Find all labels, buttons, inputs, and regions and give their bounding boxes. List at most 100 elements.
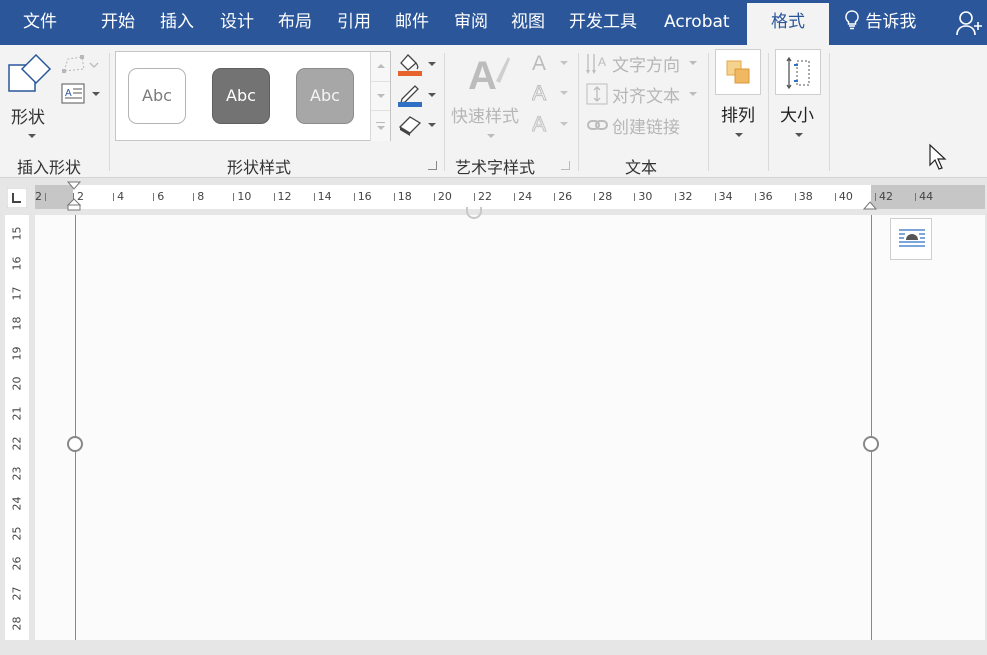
ruler-number: 23 (10, 466, 24, 481)
shape-dropdown-caret[interactable] (28, 134, 36, 138)
gallery-more-button[interactable] (370, 110, 390, 141)
shape-style-preset-white[interactable]: Abc (128, 68, 186, 124)
horizontal-ruler[interactable]: 2 2 4 6 8 10 12 14 16 18 20 22 24 26 28 30 32 34 36 38 40 42 4… (35, 181, 985, 211)
ruler-number: 21 (10, 406, 24, 421)
document-page[interactable] (35, 207, 985, 640)
shape-styles-gallery: Abc Abc Abc (115, 51, 391, 141)
text-box-left-border (75, 215, 76, 640)
ruler-number: 10 (237, 190, 252, 203)
ruler-tick (45, 193, 46, 201)
svg-text:A: A (532, 113, 546, 135)
tab-home[interactable]: 开始 (101, 0, 135, 45)
ruler-number: 25 (10, 526, 24, 541)
text-fill-icon[interactable]: A (532, 52, 572, 74)
shape-style-preset-dark[interactable]: Abc (212, 68, 270, 124)
svg-text:A: A (598, 55, 606, 69)
tell-me-box[interactable]: 告诉我 (844, 0, 916, 45)
tell-me-label: 告诉我 (865, 12, 917, 32)
arrange-label[interactable]: 排列 (721, 101, 755, 126)
svg-text:A: A (65, 88, 72, 99)
resize-handle-top[interactable] (466, 207, 482, 219)
tab-review[interactable]: 审阅 (454, 0, 488, 45)
ruler-number: 36 (758, 190, 773, 203)
tab-format[interactable]: 格式 (747, 3, 829, 45)
ruler-number: 24 (10, 496, 24, 511)
ruler-number: 8 (197, 190, 205, 203)
ruler-number: 32 (678, 190, 693, 203)
ruler-tick (353, 193, 355, 201)
ruler-number: 14 (317, 190, 332, 203)
tab-developer[interactable]: 开发工具 (569, 0, 637, 45)
text-box-icon[interactable]: A (60, 83, 102, 105)
group-divider (444, 53, 445, 171)
size-caret[interactable] (795, 133, 803, 137)
text-effects-icon[interactable]: A (532, 113, 572, 135)
tab-selector-icon[interactable] (7, 188, 27, 208)
tab-view[interactable]: 视图 (511, 0, 545, 45)
text-direction-label[interactable]: 文字方向 (612, 51, 680, 76)
ruler-tick (313, 193, 315, 201)
shape-style-preset-grey[interactable]: Abc (296, 68, 354, 124)
group-divider (768, 53, 769, 171)
group-divider (829, 53, 830, 171)
ruler-tick (915, 193, 917, 201)
ruler-tick (554, 193, 556, 201)
text-direction-icon[interactable]: A (585, 52, 611, 76)
ruler-number: 15 (10, 226, 24, 241)
resize-handle-left[interactable] (67, 436, 83, 452)
ruler-number: 12 (277, 190, 292, 203)
shape-styles-dialog-launcher[interactable] (428, 161, 437, 170)
layout-options-button[interactable] (890, 218, 932, 260)
align-text-label[interactable]: 对齐文本 (612, 82, 680, 107)
ruler-number: 26 (558, 190, 573, 203)
first-line-indent-icon[interactable] (67, 181, 81, 211)
size-button-icon-frame[interactable] (775, 49, 821, 95)
ruler-tick (193, 193, 195, 201)
create-link-label[interactable]: 创建链接 (612, 113, 680, 138)
share-user-icon[interactable] (956, 10, 984, 36)
quick-styles-caret[interactable] (487, 134, 495, 138)
layout-options-icon (899, 229, 925, 247)
edit-shape-icon[interactable] (60, 55, 100, 75)
shape-fill-icon[interactable] (396, 51, 438, 77)
text-box-right-border (871, 215, 872, 640)
shape-outline-icon[interactable] (396, 82, 438, 108)
wordart-dialog-launcher[interactable] (561, 161, 570, 170)
align-text-icon[interactable] (585, 82, 611, 106)
tab-acrobat[interactable]: Acrobat (664, 0, 730, 45)
arrange-button-icon-frame[interactable] (715, 49, 761, 95)
arrange-caret[interactable] (735, 133, 743, 137)
ruler-tick (594, 193, 596, 201)
ruler-number: 20 (10, 376, 24, 391)
right-indent-icon[interactable] (863, 199, 877, 211)
ruler-number: 26 (10, 556, 24, 571)
align-text-caret[interactable] (689, 92, 697, 96)
resize-handle-right[interactable] (863, 436, 879, 452)
size-label[interactable]: 大小 (780, 101, 814, 126)
create-link-icon[interactable] (587, 116, 609, 134)
ruler-number: 6 (157, 190, 165, 203)
tab-references[interactable]: 引用 (337, 0, 371, 45)
bottom-strip (0, 640, 987, 655)
tab-file[interactable]: 文件 (23, 0, 57, 45)
ruler-number: 27 (10, 586, 24, 601)
shape-button-label[interactable]: 形状 (11, 103, 45, 128)
ruler-number: 24 (518, 190, 533, 203)
ruler-number: 34 (718, 190, 733, 203)
text-outline-icon[interactable]: A (532, 82, 572, 104)
quick-styles-label[interactable]: 快速样式 (451, 102, 519, 127)
tab-mailings[interactable]: 邮件 (395, 0, 429, 45)
tab-insert[interactable]: 插入 (160, 0, 194, 45)
gallery-scroll-up[interactable] (370, 52, 390, 81)
ruler-number: 17 (10, 286, 24, 301)
text-direction-caret[interactable] (689, 61, 697, 65)
shapes-icon[interactable] (6, 53, 52, 95)
ribbon-tab-bar: 文件 开始 插入 设计 布局 引用 邮件 审阅 视图 开发工具 Acrobat … (0, 0, 987, 45)
quick-styles-icon[interactable]: A (466, 51, 512, 95)
vertical-ruler[interactable]: 15 16 17 18 19 20 21 22 23 24 25 26 27 28 (5, 215, 29, 640)
tab-design[interactable]: 设计 (220, 0, 254, 45)
shape-effects-icon[interactable] (396, 113, 438, 137)
tab-layout[interactable]: 布局 (278, 0, 312, 45)
gallery-scroll-down[interactable] (370, 81, 390, 110)
wordart-styles-group-label: 艺术字样式 (455, 158, 536, 177)
